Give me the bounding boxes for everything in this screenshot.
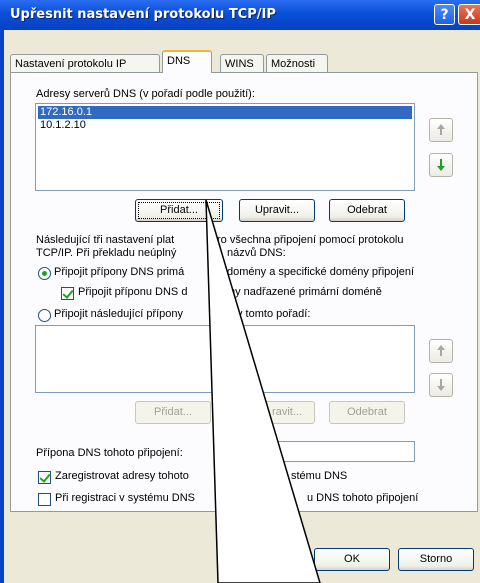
dialog-window: Upřesnit nastavení protokolu TCP/IP ? X … <box>0 0 480 583</box>
callout-pointer <box>205 199 321 583</box>
tab-dns[interactable]: DNS <box>162 50 212 73</box>
